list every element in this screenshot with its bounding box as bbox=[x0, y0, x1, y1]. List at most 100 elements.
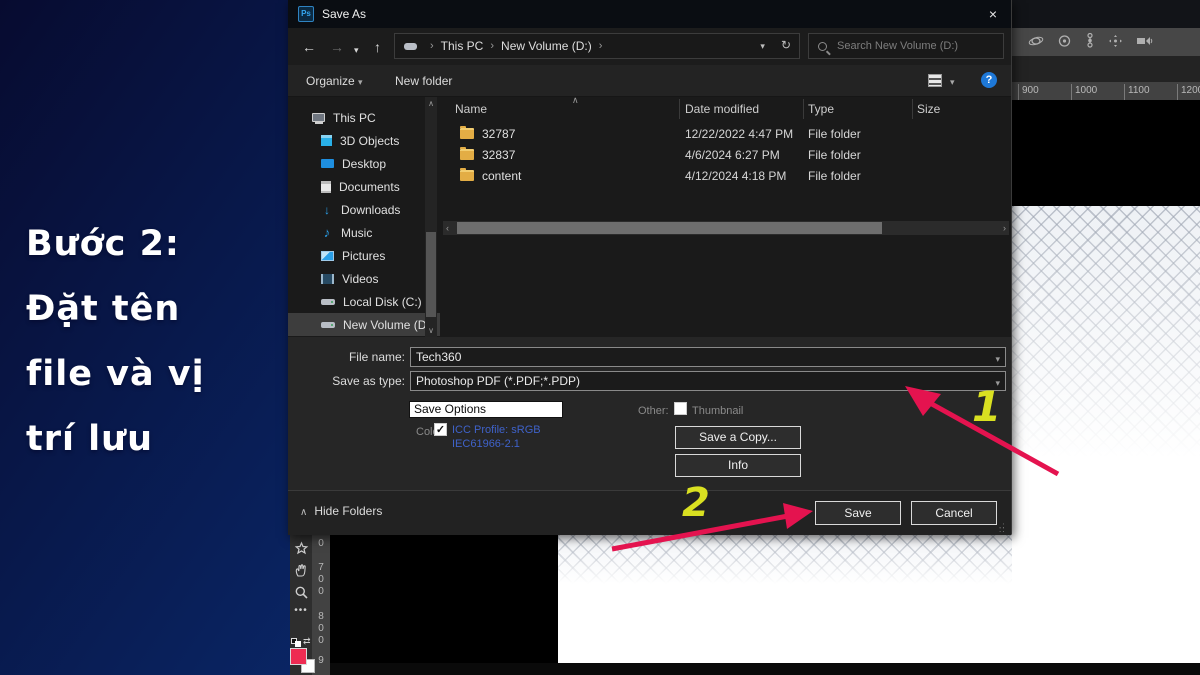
back-icon[interactable]: ← bbox=[302, 40, 316, 54]
file-list: ∧ Name Date modified Type Size 32787 12/… bbox=[440, 97, 1012, 337]
breadcrumb-new-volume[interactable]: New Volume (D:) bbox=[501, 39, 592, 53]
file-name-input[interactable] bbox=[416, 350, 976, 364]
orbit-3d-icon[interactable] bbox=[1028, 34, 1044, 51]
file-browser: This PC 3D Objects Desktop Documents ↓Do… bbox=[288, 97, 1011, 337]
table-row[interactable]: 32837 4/6/2024 6:27 PM File folder bbox=[440, 145, 1000, 166]
folder-icon bbox=[460, 128, 474, 139]
sidebar-item-documents[interactable]: Documents bbox=[288, 175, 440, 198]
column-header-date[interactable]: Date modified bbox=[685, 97, 759, 121]
column-divider[interactable] bbox=[912, 99, 913, 119]
sidebar-item-music[interactable]: ♪Music bbox=[288, 221, 440, 244]
info-button[interactable]: Info bbox=[675, 454, 801, 477]
ruler-label: 0 bbox=[312, 586, 330, 598]
lasso-tool-icon[interactable] bbox=[294, 541, 309, 556]
horizontal-ruler: 900 1000 1100 1200 bbox=[1012, 82, 1200, 100]
sidebar-item-desktop[interactable]: Desktop bbox=[288, 152, 440, 175]
icc-profile-checkbox[interactable]: ✓ bbox=[434, 423, 447, 436]
ruler-label: 0 bbox=[312, 574, 330, 586]
table-row[interactable]: 32787 12/22/2022 4:47 PM File folder bbox=[440, 124, 1000, 145]
file-type-cell: File folder bbox=[808, 148, 861, 162]
scroll-up-icon[interactable]: ∧ bbox=[425, 99, 437, 108]
save-button[interactable]: Save bbox=[815, 501, 901, 525]
save-type-combobox[interactable]: Photoshop PDF (*.PDF;*.PDP) ▾ bbox=[410, 371, 1006, 391]
scroll-left-icon[interactable]: ‹ bbox=[446, 223, 449, 233]
documents-icon bbox=[321, 181, 331, 193]
ruler-tick bbox=[1071, 84, 1072, 100]
ruler-label: 7 bbox=[312, 562, 330, 574]
file-name-label: File name: bbox=[305, 350, 405, 364]
search-input[interactable] bbox=[837, 40, 997, 52]
search-box bbox=[808, 33, 1004, 59]
desktop-icon bbox=[321, 159, 334, 168]
organize-button[interactable]: Organize ▾ bbox=[306, 74, 363, 88]
slide-3d-icon[interactable] bbox=[1085, 33, 1095, 51]
other-label: Other: bbox=[638, 405, 669, 417]
sidebar-item-this-pc[interactable]: This PC bbox=[288, 106, 440, 129]
document-transparency-area bbox=[1012, 206, 1200, 663]
dialog-titlebar: Ps Save As × bbox=[288, 0, 1011, 28]
cancel-button[interactable]: Cancel bbox=[911, 501, 997, 525]
sidebar-item-local-disk-c[interactable]: Local Disk (C:) bbox=[288, 290, 440, 313]
refresh-icon[interactable]: ↻ bbox=[781, 38, 791, 52]
new-folder-button[interactable]: New folder bbox=[395, 74, 452, 88]
table-row[interactable]: content 4/12/2024 4:18 PM File folder bbox=[440, 166, 1000, 187]
column-header-name[interactable]: Name bbox=[455, 97, 487, 121]
ruler-tick bbox=[1018, 84, 1019, 100]
photoshop-bar-spacer bbox=[1012, 56, 1200, 82]
vertical-ruler: 0 7 0 0 8 0 0 9 bbox=[312, 535, 330, 675]
column-divider[interactable] bbox=[679, 99, 680, 119]
file-type-cell: File folder bbox=[808, 127, 861, 141]
3d-objects-icon bbox=[321, 135, 332, 146]
hand-tool-icon[interactable] bbox=[294, 563, 309, 578]
close-icon[interactable]: × bbox=[983, 4, 1003, 24]
step-caption: Bước 2: Đặt tên file và vị trí lưu bbox=[26, 212, 205, 472]
chevron-down-icon[interactable]: ▾ bbox=[995, 350, 1000, 368]
column-header-type[interactable]: Type bbox=[808, 97, 834, 121]
recent-locations-icon[interactable]: ▾ bbox=[354, 43, 359, 57]
view-dropdown-icon[interactable]: ▾ bbox=[950, 77, 955, 88]
address-dropdown-icon[interactable]: ▾ bbox=[760, 41, 765, 52]
zoom-tool-icon[interactable] bbox=[294, 585, 309, 600]
help-icon[interactable]: ? bbox=[981, 72, 997, 88]
sidebar-item-pictures[interactable]: Pictures bbox=[288, 244, 440, 267]
scale-3d-icon[interactable] bbox=[1108, 34, 1123, 51]
sidebar-item-downloads[interactable]: ↓Downloads bbox=[288, 198, 440, 221]
icc-profile-text: IEC61966-2.1 bbox=[452, 438, 520, 450]
scroll-down-icon[interactable]: ∨ bbox=[425, 326, 437, 335]
address-bar[interactable]: › This PC › New Volume (D:) › ▾ ↻ bbox=[394, 33, 800, 59]
folder-icon bbox=[460, 149, 474, 160]
sidebar-item-3d-objects[interactable]: 3D Objects bbox=[288, 129, 440, 152]
dialog-footer: ∧Hide Folders Save Cancel .::: bbox=[288, 490, 1011, 535]
this-pc-icon bbox=[312, 113, 325, 122]
save-a-copy-button[interactable]: Save a Copy... bbox=[675, 426, 801, 449]
more-tools-icon[interactable]: ••• bbox=[294, 607, 308, 615]
camera-audio-icon[interactable] bbox=[1136, 35, 1153, 50]
search-icon bbox=[818, 42, 827, 51]
column-divider[interactable] bbox=[803, 99, 804, 119]
thumbnail-checkbox[interactable] bbox=[674, 402, 687, 415]
photoshop-options-bar bbox=[1012, 28, 1200, 56]
swap-colors-icon[interactable]: ⇄ bbox=[303, 636, 311, 647]
view-mode-icon[interactable] bbox=[928, 74, 942, 87]
hide-folders-button[interactable]: ∧Hide Folders bbox=[300, 504, 382, 518]
scrollbar-thumb[interactable] bbox=[426, 232, 436, 317]
chevron-down-icon[interactable]: ▾ bbox=[995, 374, 1000, 392]
sidebar-scrollbar[interactable]: ∧ ∨ bbox=[425, 97, 437, 337]
rotate-view-icon[interactable] bbox=[1057, 34, 1072, 51]
up-icon[interactable]: ↑ bbox=[374, 40, 381, 54]
breadcrumb-this-pc[interactable]: This PC bbox=[441, 39, 484, 53]
ruler-tick bbox=[1124, 84, 1125, 100]
forward-icon[interactable]: → bbox=[330, 40, 344, 54]
resize-grip[interactable]: .::: bbox=[999, 524, 1008, 533]
file-name-combobox[interactable]: ▾ bbox=[410, 347, 1006, 367]
scrollbar-thumb[interactable] bbox=[457, 222, 882, 234]
sidebar-item-new-volume-d[interactable]: New Volume (D:) bbox=[288, 313, 440, 336]
column-header-size[interactable]: Size bbox=[917, 97, 940, 121]
canvas-bottom-edge bbox=[330, 663, 1200, 675]
horizontal-scrollbar[interactable]: ‹ › bbox=[443, 221, 1009, 235]
scroll-right-icon[interactable]: › bbox=[1003, 223, 1006, 233]
sidebar-item-videos[interactable]: Videos bbox=[288, 267, 440, 290]
default-colors-icon[interactable] bbox=[291, 638, 301, 647]
foreground-color-swatch[interactable] bbox=[290, 648, 307, 665]
chevron-up-icon: ∧ bbox=[300, 507, 307, 518]
